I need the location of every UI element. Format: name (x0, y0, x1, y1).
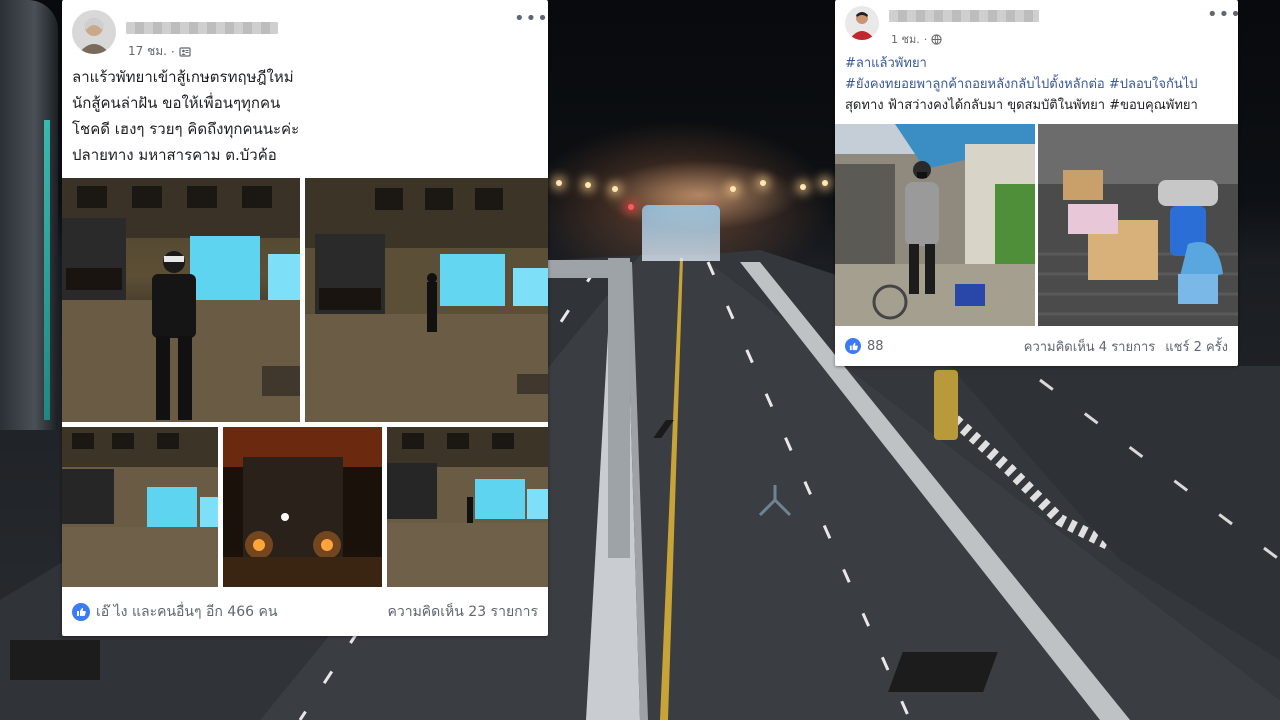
post-photo[interactable] (835, 124, 1035, 326)
separator-dot: · (923, 32, 928, 46)
comments-count[interactable]: ความคิดเห็น 4 รายการ (1024, 336, 1156, 357)
street-lamp (800, 184, 806, 190)
post-photo[interactable] (1038, 124, 1238, 326)
post-photo[interactable] (223, 427, 382, 587)
post-line: สุดทาง ฟ้าสว่างคงได้กลับมา ขุดสมบัติในพั… (845, 98, 1198, 113)
street-lamp (730, 186, 736, 192)
facebook-post-right: 1 ชม. · ••• #ลาแล้วพัทยา #ยังคงทยอยพาลูก… (835, 0, 1238, 366)
like-icon (845, 338, 861, 354)
reactions-summary[interactable]: เอ๊ ไง และคนอื่นๆ อีก 466 คน (96, 601, 277, 623)
street-lamp (585, 182, 591, 188)
like-icon (72, 603, 90, 621)
post-line: นักสู้คนล่าฝัน ขอให้เพื่อนๆทุกคน (72, 94, 281, 112)
street-lamp (760, 180, 766, 186)
more-options-icon[interactable]: ••• (1207, 6, 1238, 24)
comments-count[interactable]: ความคิดเห็น 23 รายการ (387, 601, 538, 623)
post-time[interactable]: 1 ชม. (891, 30, 920, 48)
post-footer: เอ๊ ไง และคนอื่นๆ อีก 466 คน ความคิดเห็น… (62, 598, 548, 626)
post-footer: 88 ความคิดเห็น 4 รายการ แชร์ 2 ครั้ง (835, 330, 1238, 362)
post-meta: 1 ชม. · (891, 30, 942, 48)
globe-icon (931, 33, 942, 45)
post-text: #ลาแล้วพัทยา #ยังคงทยอยพาลูกค้าถอยหลังกล… (845, 53, 1237, 116)
traffic-light (628, 204, 634, 210)
post-photo[interactable] (305, 178, 548, 422)
hashtag-line[interactable]: #ยังคงทยอยพาลูกค้าถอยหลังกลับไปตั้งหลักต… (845, 74, 1237, 95)
post-photo[interactable] (62, 427, 218, 587)
post-line: ลาแร้วพัทยาเข้าสู้เกษตรทฤษฎีใหม่ (72, 68, 294, 86)
reaction-count[interactable]: 88 (867, 339, 884, 354)
post-photo[interactable] (387, 427, 548, 587)
more-options-icon[interactable]: ••• (514, 10, 548, 28)
avatar[interactable] (72, 10, 116, 54)
post-photo[interactable] (62, 178, 300, 422)
post-meta: 17 ชม. · (128, 42, 191, 61)
shares-count[interactable]: แชร์ 2 ครั้ง (1165, 336, 1228, 357)
post-time[interactable]: 17 ชม. (128, 42, 167, 61)
post-line: โชคดี เฮงๆ รวยๆ คิดถึงทุกคนนะค่ะ (72, 120, 300, 138)
separator-dot: · (170, 44, 175, 59)
blurred-author-name[interactable] (889, 10, 1039, 22)
overpass-pillar (0, 0, 58, 430)
street-lamp (612, 186, 618, 192)
avatar[interactable] (845, 6, 879, 40)
hashtag-line[interactable]: #ลาแล้วพัทยา (845, 53, 1237, 74)
post-line: ปลายทาง มหาสารคาม ต.บัวค้อ (72, 146, 277, 164)
city-gate-arch (642, 205, 720, 261)
blurred-author-name[interactable] (126, 22, 278, 34)
friends-icon (179, 46, 191, 57)
street-lamp (556, 180, 562, 186)
street-lamp (822, 180, 828, 186)
post-text: ลาแร้วพัทยาเข้าสู้เกษตรทฤษฎีใหม่ นักสู้ค… (72, 64, 542, 168)
facebook-post-left: 17 ชม. · ••• ลาแร้วพัทยาเข้าสู้เกษตรทฤษฎ… (62, 0, 548, 636)
